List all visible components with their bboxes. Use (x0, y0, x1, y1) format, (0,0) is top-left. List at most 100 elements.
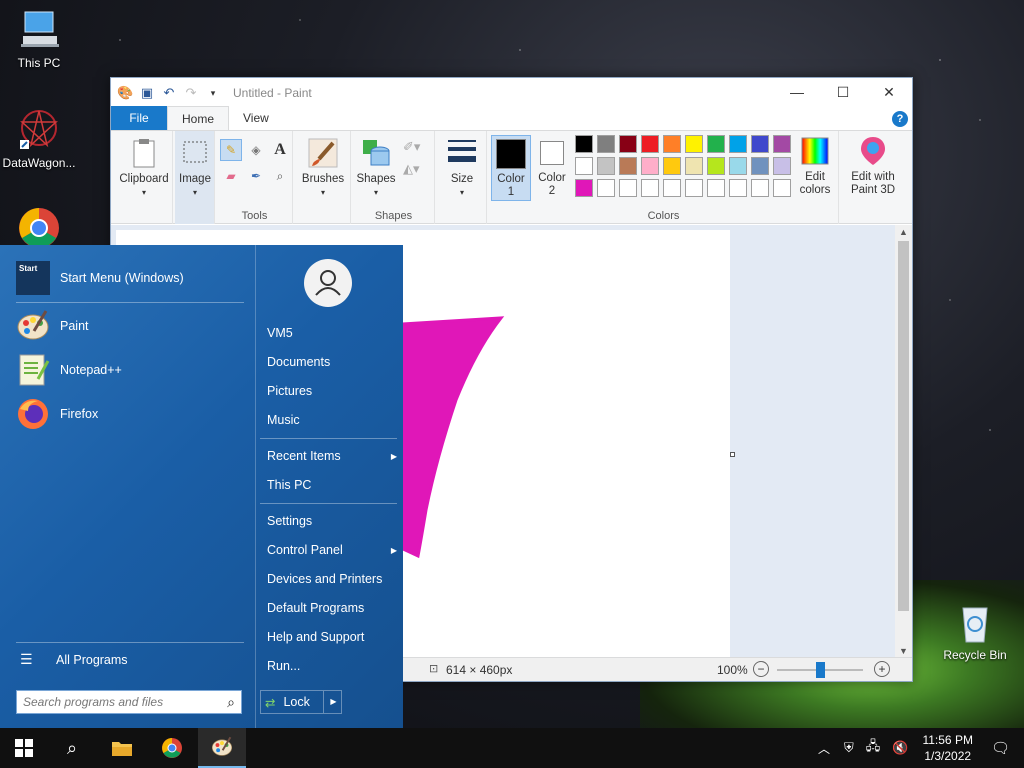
palette-swatch[interactable] (729, 179, 747, 197)
image-button[interactable]: Image ▾ (175, 137, 215, 199)
search-icon[interactable]: ⌕ (227, 691, 235, 713)
minimize-button[interactable]: — (774, 78, 820, 107)
network-icon[interactable]: 🖧 (866, 737, 881, 759)
palette-swatch[interactable] (707, 135, 725, 153)
recent-items-link[interactable]: Recent Items ▶ (267, 449, 397, 463)
settings-link[interactable]: Settings (267, 514, 397, 528)
palette-swatch[interactable] (619, 157, 637, 175)
shapes-button[interactable]: Shapes ▾ (353, 137, 399, 199)
start-menu-header[interactable]: Start Start Menu (Windows) (16, 261, 184, 295)
palette-swatch[interactable] (751, 135, 769, 153)
pinned-notepadpp[interactable]: Notepad++ (16, 353, 122, 387)
palette-swatch[interactable] (707, 179, 725, 197)
clipboard-button[interactable]: Clipboard ▾ (115, 137, 173, 199)
color1-button[interactable]: Color 1 (491, 135, 531, 201)
palette-swatch[interactable] (729, 135, 747, 153)
palette-swatch[interactable] (685, 179, 703, 197)
canvas-resize-handle[interactable] (730, 452, 735, 457)
search-input[interactable]: Search programs and files ⌕ (16, 690, 242, 714)
volume-muted-icon[interactable]: 🔇 (892, 740, 908, 756)
brushes-button[interactable]: Brushes ▾ (295, 137, 351, 199)
palette-swatch[interactable] (641, 157, 659, 175)
palette-swatch[interactable] (619, 179, 637, 197)
file-explorer-button[interactable] (98, 728, 146, 768)
palette-swatch[interactable] (597, 157, 615, 175)
edit-colors-button[interactable]: Edit colors (795, 135, 835, 197)
tab-home[interactable]: Home (167, 106, 230, 130)
pictures-link[interactable]: Pictures (267, 384, 397, 398)
desktop-icon-datawagon[interactable]: DataWagon... (0, 108, 78, 170)
palette-swatch[interactable] (663, 179, 681, 197)
palette-swatch[interactable] (773, 135, 791, 153)
palette-swatch[interactable] (597, 135, 615, 153)
zoom-slider-thumb[interactable] (816, 662, 825, 678)
chrome-taskbar-button[interactable] (148, 728, 196, 768)
palette-swatch[interactable] (663, 135, 681, 153)
palette-swatch[interactable] (729, 157, 747, 175)
palette-swatch[interactable] (773, 179, 791, 197)
palette-swatch[interactable] (751, 157, 769, 175)
start-button[interactable] (0, 728, 48, 768)
save-icon[interactable]: ▣ (139, 85, 155, 101)
desktop-icon-this-pc[interactable]: This PC (0, 8, 78, 70)
search-button[interactable]: ⌕ (48, 728, 96, 768)
palette-swatch[interactable] (575, 157, 593, 175)
magnifier-tool[interactable]: ⌕ (269, 165, 291, 187)
tab-file[interactable]: File (111, 106, 167, 130)
palette-swatch[interactable] (641, 135, 659, 153)
pencil-tool[interactable]: ✎ (220, 139, 242, 161)
color-picker-tool[interactable]: ✒ (245, 165, 267, 187)
palette-swatch[interactable] (707, 157, 725, 175)
text-tool[interactable]: A (269, 139, 291, 161)
run-link[interactable]: Run... (267, 659, 397, 673)
redo-icon[interactable]: ↷ (183, 85, 199, 101)
security-icon[interactable]: ⛨ (844, 740, 854, 756)
vertical-scrollbar[interactable]: ▲ ▼ (895, 225, 912, 658)
palette-swatch[interactable] (575, 135, 593, 153)
this-pc-link[interactable]: This PC (267, 478, 397, 492)
fill-shape-icon[interactable]: ◭▾ (403, 161, 420, 177)
pinned-firefox[interactable]: Firefox (16, 397, 98, 431)
default-programs-link[interactable]: Default Programs (267, 601, 397, 615)
music-link[interactable]: Music (267, 413, 397, 427)
undo-icon[interactable]: ↶ (161, 85, 177, 101)
outline-icon[interactable]: ✐▾ (403, 139, 420, 155)
palette-swatch[interactable] (575, 179, 593, 197)
all-programs-button[interactable]: ☰ All Programs (16, 651, 128, 668)
tab-view[interactable]: View (229, 106, 283, 130)
palette-swatch[interactable] (685, 135, 703, 153)
palette-swatch[interactable] (685, 157, 703, 175)
pinned-paint[interactable]: Paint (16, 309, 89, 343)
maximize-button[interactable]: ☐ (820, 78, 866, 107)
notifications-icon[interactable]: 🗨 (991, 739, 1010, 757)
edit-with-paint3d-button[interactable]: Edit with Paint 3D (841, 135, 905, 197)
palette-swatch[interactable] (641, 179, 659, 197)
palette-swatch[interactable] (773, 157, 791, 175)
paint-app-icon[interactable]: 🎨 (117, 85, 133, 101)
palette-swatch[interactable] (619, 135, 637, 153)
palette-swatch[interactable] (751, 179, 769, 197)
scrollbar-thumb[interactable] (898, 241, 909, 611)
help-icon[interactable]: ? (892, 111, 908, 127)
help-support-link[interactable]: Help and Support (267, 630, 397, 644)
size-button[interactable]: Size ▾ (437, 137, 487, 199)
lock-button[interactable]: ⇄ Lock ▶ (260, 690, 342, 714)
color2-button[interactable]: Color 2 (535, 135, 569, 201)
scroll-up-icon[interactable]: ▲ (895, 225, 912, 239)
devices-printers-link[interactable]: Devices and Printers (267, 572, 397, 586)
paint-taskbar-button[interactable] (198, 728, 246, 768)
eraser-tool[interactable]: ▰ (220, 165, 242, 187)
zoom-out-icon[interactable]: − (753, 661, 769, 677)
zoom-slider[interactable] (777, 662, 863, 678)
fill-tool[interactable]: ◈ (245, 139, 267, 161)
clock[interactable]: 11:56 PM 1/3/2022 (922, 732, 972, 764)
user-avatar[interactable] (304, 259, 352, 307)
show-hidden-icons-icon[interactable]: ︿ (818, 740, 830, 757)
palette-swatch[interactable] (597, 179, 615, 197)
palette-swatch[interactable] (663, 157, 681, 175)
desktop-icon-recycle-bin[interactable]: Recycle Bin (936, 600, 1014, 662)
zoom-in-icon[interactable]: + (874, 661, 890, 677)
customize-quick-access-icon[interactable]: ▾ (205, 85, 221, 101)
control-panel-link[interactable]: Control Panel ▶ (267, 543, 397, 557)
scroll-down-icon[interactable]: ▼ (895, 644, 912, 658)
